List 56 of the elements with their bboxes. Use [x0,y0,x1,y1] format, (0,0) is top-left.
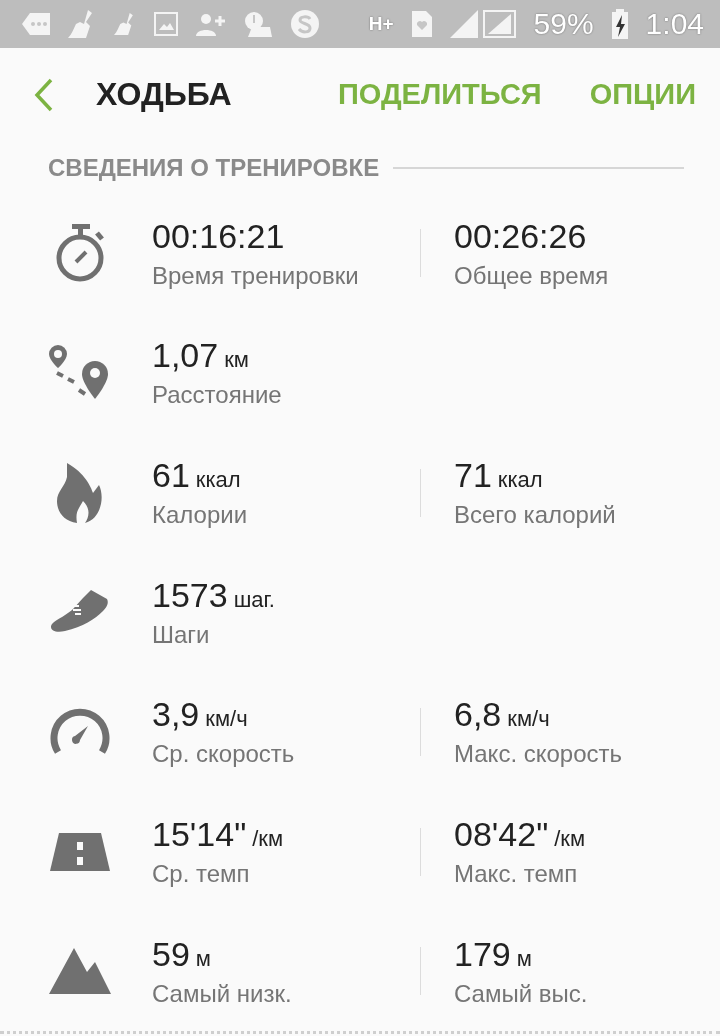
mountain-icon [49,948,111,995]
stat-label: Время тренировки [152,261,360,290]
shoe-icon [51,590,109,635]
stat-unit: км [224,347,249,374]
sim-card-icon [411,10,432,37]
section-title: СВЕДЕНИЯ О ТРЕНИРОВКЕ [48,153,380,182]
stat-label: Расстояние [152,381,283,410]
stat-unit: шаг. [233,586,275,613]
stat-label: Всего калорий [454,501,617,530]
stat-unit: км/ч [507,706,550,733]
stat-unit: км/ч [205,706,248,733]
message-icon [22,12,50,35]
stat-value: 71 [454,456,492,496]
stat-label: Шаги [152,620,211,649]
speedometer-icon [50,707,110,756]
battery-percent: 59% [533,6,594,41]
stat-value: 00:26:26 [454,216,587,256]
stat-label: Ср. скорость [152,740,296,769]
road-icon [50,832,110,871]
battery-charging-icon [611,8,628,39]
stat-unit: /км [252,826,284,853]
stat-label: Самый низк. [152,979,293,1008]
stat-value: 179 [454,934,511,974]
clock: 1:04 [645,6,704,41]
stat-value: 08'42" [454,815,549,855]
alert-icon [244,10,272,37]
signal-icon [449,9,516,38]
stat-label: Макс. скорость [454,740,624,769]
flame-icon [57,462,103,523]
stat-unit: ккал [497,467,543,494]
header-action[interactable]: ОПЦИИ [589,78,696,112]
stat-value: 59 [152,934,190,974]
header-action[interactable]: ПОДЕЛИТЬСЯ [337,78,542,112]
stat-label: Макс. темп [454,860,579,889]
stat-unit: /км [554,826,586,853]
route-icon [49,344,111,401]
stat-unit: м [516,945,532,972]
stat-label: Калории [152,501,249,530]
page-title: ХОДЬБА [96,76,232,114]
stat-unit: ккал [195,467,241,494]
stat-value: 61 [152,456,190,496]
broom-icon [114,11,136,36]
network-type: H+ [368,12,394,35]
stat-label: Самый выс. [454,979,589,1008]
stat-label: Общее время [454,261,610,290]
stat-value: 1,07 [152,336,219,376]
stat-value: 15'14" [152,815,247,855]
stat-value: 1573 [152,575,228,615]
stopwatch-icon [54,224,106,283]
stat-value: 6,8 [454,695,502,735]
add-contact-icon [196,11,226,36]
stat-label: Ср. темп [152,860,251,889]
stat-value: 00:16:21 [152,216,285,256]
image-icon [154,11,178,36]
stat-value: 3,9 [152,695,200,735]
stat-unit: м [195,945,211,972]
